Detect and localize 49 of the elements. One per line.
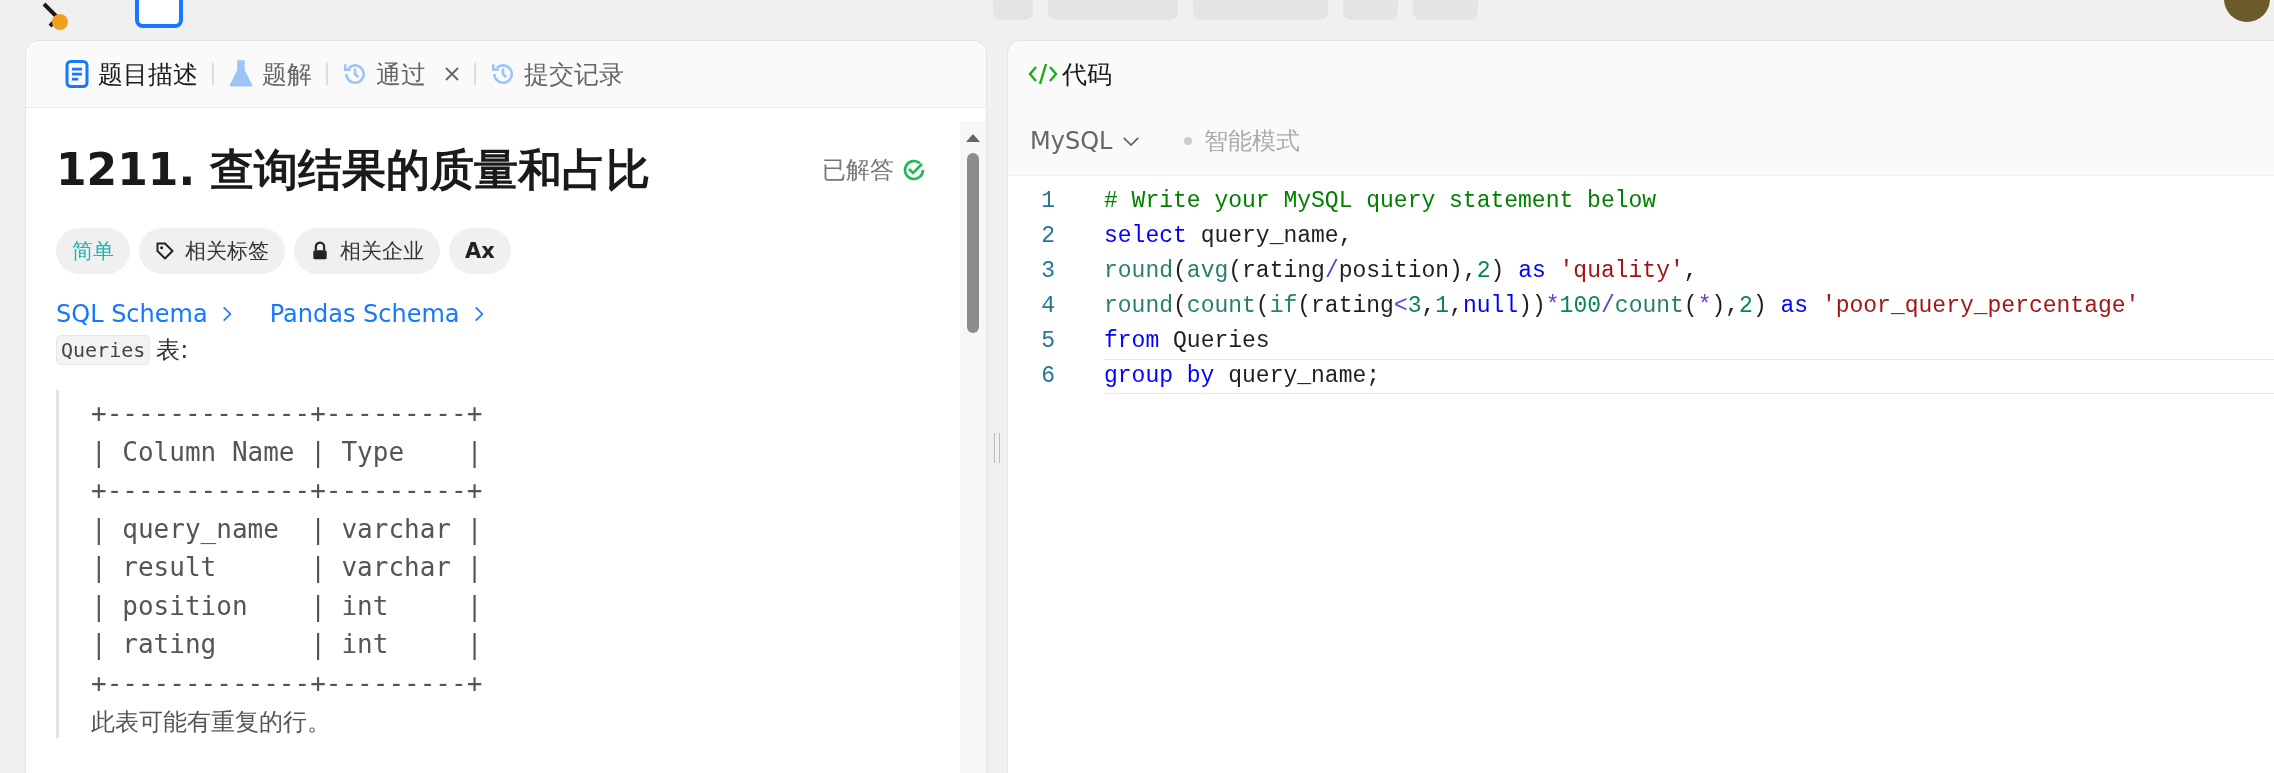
code-icon <box>1028 62 1058 86</box>
tag-chip[interactable]: 相关企业 <box>294 228 440 274</box>
inline-code: Queries <box>56 335 151 365</box>
note-text: 此表可能有重复的行。 <box>91 707 332 738</box>
code-line: round(avg(rating/position),2) as 'quality', <box>1104 258 1698 284</box>
code-line: group by query_name; <box>1104 363 1381 389</box>
tab[interactable]: 通过 <box>332 57 470 91</box>
resize-handle[interactable] <box>994 432 1000 463</box>
scrollbar-thumb[interactable] <box>967 153 979 333</box>
schema-line: +-------------+---------+ <box>91 397 484 430</box>
line-number: 6 <box>1040 362 1055 391</box>
logo-icon[interactable] <box>40 2 70 32</box>
panel-title: 代码 <box>1062 58 1112 91</box>
tab[interactable]: 题目描述 <box>54 57 208 91</box>
code-line: round(count(if(rating<3,1,null))*100/count(*),2) as 'poor_query_percentage' <box>1104 293 2140 319</box>
document-icon <box>64 59 90 89</box>
scroll-up-icon[interactable] <box>965 133 981 143</box>
intro-text: 表: <box>156 335 189 366</box>
chevron-right-icon <box>473 305 484 323</box>
chevron-down-icon <box>1122 135 1141 147</box>
schema-line: | result | varchar | <box>91 551 484 585</box>
line-number: 2 <box>1040 222 1055 251</box>
line-number: 1 <box>1040 187 1055 216</box>
line-number: 4 <box>1040 292 1055 321</box>
chevron-right-icon <box>221 305 232 323</box>
problem-title: 1211. 查询结果的质量和占比 <box>56 142 651 197</box>
tag-chip[interactable]: Ax <box>449 228 511 274</box>
line-number: 3 <box>1040 257 1055 286</box>
schema-line: | Column Name | Type | <box>91 435 484 470</box>
schema-line: | rating | int | <box>91 628 484 662</box>
tag-chip[interactable]: 相关标签 <box>139 228 285 274</box>
code-line: # Write your MySQL query statement below <box>1104 188 1657 214</box>
line-number: 5 <box>1040 327 1055 356</box>
schema-line: +-------------+---------+ <box>91 474 484 507</box>
status-label: 已解答 <box>822 155 894 186</box>
code-line: from Queries <box>1104 328 1270 354</box>
lock-icon <box>310 241 330 261</box>
schema-link[interactable]: SQL Schema <box>56 300 232 328</box>
code-line: select query_name, <box>1104 223 1353 249</box>
language-select[interactable]: MySQL <box>1030 127 1141 155</box>
tag-icon <box>155 241 175 261</box>
schema-line: +-------------+---------+ <box>91 666 484 700</box>
schema-line: | query_name | varchar | <box>91 512 484 547</box>
flask-icon <box>228 59 254 89</box>
tab[interactable]: 题解 <box>218 57 322 91</box>
schema-link[interactable]: Pandas Schema <box>269 300 484 328</box>
schema-line: | position | int | <box>91 589 484 624</box>
close-icon[interactable] <box>444 66 460 82</box>
tab[interactable]: 提交记录 <box>480 57 634 91</box>
